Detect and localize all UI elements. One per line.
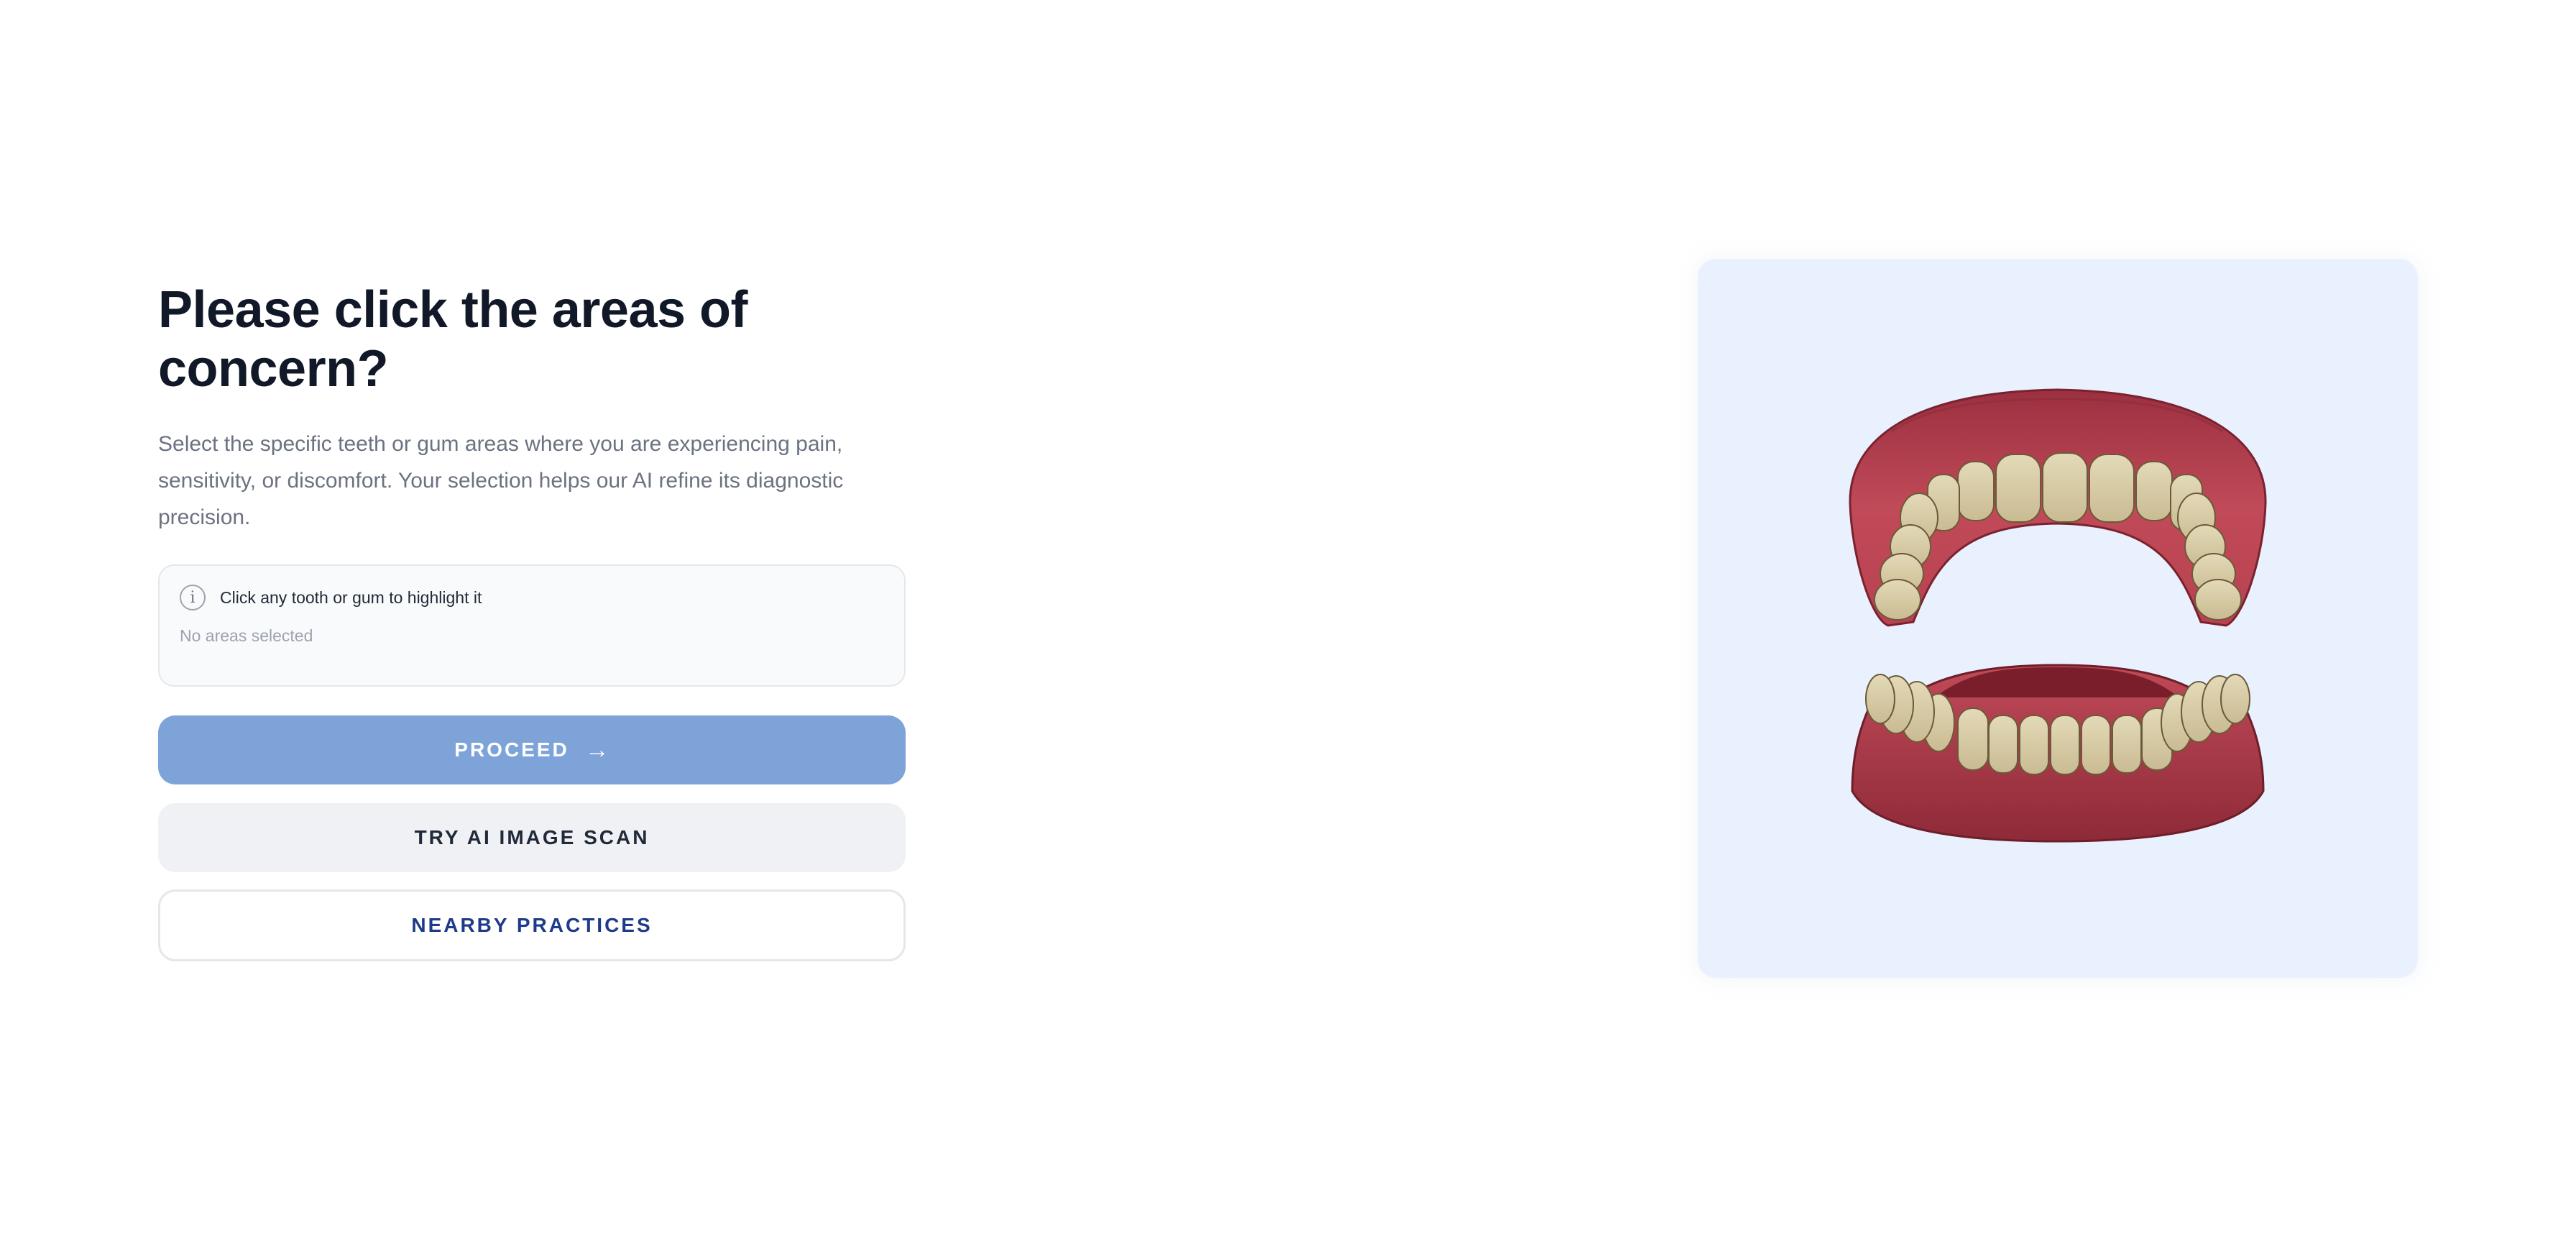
- tooth[interactable]: [1995, 454, 2041, 523]
- tooth[interactable]: [1957, 461, 1995, 521]
- tooth[interactable]: [2019, 715, 2049, 775]
- arrow-right-icon: →: [584, 736, 610, 764]
- dental-model: [1849, 388, 2267, 843]
- selection-info-box: i Click any tooth or gum to highlight it…: [158, 564, 906, 687]
- info-hint: Click any tooth or gum to highlight it: [220, 587, 482, 607]
- tooth[interactable]: [2081, 715, 2111, 775]
- selection-status: No areas selected: [180, 626, 313, 645]
- tooth[interactable]: [1874, 579, 1921, 621]
- proceed-label: PROCEED: [454, 738, 569, 761]
- tooth[interactable]: [2194, 579, 2242, 621]
- proceed-button[interactable]: PROCEED →: [158, 715, 906, 784]
- tooth[interactable]: [2089, 454, 2135, 523]
- nearby-practices-button[interactable]: NEARBY PRACTICES: [158, 889, 906, 961]
- page-description: Select the specific teeth or gum areas w…: [158, 432, 844, 529]
- page-title: Please click the areas of concern?: [158, 281, 748, 398]
- tooth[interactable]: [1865, 674, 1895, 724]
- tooth[interactable]: [2112, 715, 2142, 774]
- info-icon: i: [180, 585, 206, 610]
- tooth[interactable]: [2042, 452, 2088, 523]
- lower-jaw[interactable]: [1851, 664, 2265, 843]
- upper-jaw[interactable]: [1849, 388, 2267, 627]
- info-row: i Click any tooth or gum to highlight it: [180, 585, 884, 610]
- dental-model-panel: [1698, 259, 2418, 978]
- tooth[interactable]: [2220, 674, 2250, 724]
- tooth[interactable]: [2135, 461, 2173, 521]
- tooth[interactable]: [2050, 715, 2080, 775]
- tooth[interactable]: [1957, 708, 1989, 771]
- ai-image-scan-button[interactable]: TRY AI IMAGE SCAN: [158, 803, 906, 872]
- tooth[interactable]: [1988, 715, 2018, 774]
- concern-selector: Please click the areas of concern? Selec…: [158, 280, 906, 961]
- page: Please click the areas of concern? Selec…: [0, 0, 2576, 1254]
